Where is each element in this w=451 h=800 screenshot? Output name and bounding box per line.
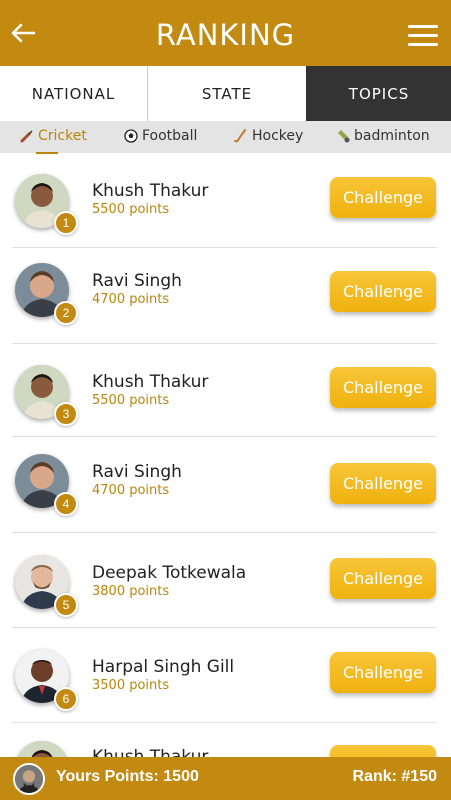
user-score-bar: Yours Points: 1500 Rank: #150 bbox=[0, 757, 451, 800]
user-avatar bbox=[13, 763, 45, 795]
player-points: 5500 points bbox=[92, 202, 170, 217]
tab-topics[interactable]: TOPICS bbox=[306, 66, 451, 121]
player-points: 3500 points bbox=[92, 678, 170, 693]
user-points: Yours Points: 1500 bbox=[56, 768, 199, 785]
category-label: Hockey bbox=[252, 128, 304, 144]
hockey-stick-icon bbox=[234, 129, 246, 143]
player-points: 4700 points bbox=[92, 483, 170, 498]
tab-national[interactable]: NATIONAL bbox=[0, 66, 147, 121]
ranking-row: 1 Khush Thakur 5500 points Challenge bbox=[0, 153, 451, 248]
hamburger-menu-icon[interactable] bbox=[408, 25, 438, 47]
row-divider bbox=[12, 247, 437, 248]
row-divider bbox=[12, 436, 437, 437]
rank-badge: 3 bbox=[54, 402, 78, 426]
avatar bbox=[15, 741, 69, 757]
shuttlecock-icon bbox=[338, 130, 350, 143]
category-cricket[interactable]: Cricket bbox=[20, 128, 87, 154]
rank-badge: 1 bbox=[54, 211, 78, 235]
player-name: Khush Thakur bbox=[92, 181, 209, 201]
rank-badge: 2 bbox=[54, 301, 78, 325]
category-bar: Cricket Football Hockey badminton bbox=[0, 121, 451, 154]
rank-badge: 6 bbox=[54, 687, 78, 711]
category-label: Cricket bbox=[38, 128, 87, 144]
challenge-button[interactable]: Challenge bbox=[330, 652, 436, 693]
category-badminton[interactable]: badminton bbox=[336, 128, 430, 144]
category-label: badminton bbox=[354, 128, 430, 144]
player-name: Ravi Singh bbox=[92, 271, 182, 291]
category-hockey[interactable]: Hockey bbox=[234, 128, 303, 144]
player-name: Khush Thakur bbox=[92, 747, 209, 757]
ranking-row: 5 Deepak Totkewala 3800 points Challenge bbox=[0, 533, 451, 628]
challenge-button[interactable]: Challenge bbox=[330, 367, 436, 408]
player-points: 5500 points bbox=[92, 393, 170, 408]
app-header: RANKING bbox=[0, 0, 451, 66]
challenge-button[interactable]: Challenge bbox=[330, 463, 436, 504]
player-name: Ravi Singh bbox=[92, 462, 182, 482]
page-title: RANKING bbox=[155, 18, 296, 52]
ranking-row: 6 Harpal Singh Gill 3500 points Challeng… bbox=[0, 628, 451, 723]
ranking-row: 4 Ravi Singh 4700 points Challenge bbox=[0, 438, 451, 533]
ranking-list: 1 Khush Thakur 5500 points Challenge 2 R… bbox=[0, 153, 451, 757]
ranking-row: 2 Ravi Singh 4700 points Challenge bbox=[0, 249, 451, 344]
tab-state[interactable]: STATE bbox=[147, 66, 306, 121]
ranking-tabs: NATIONAL STATE TOPICS bbox=[0, 66, 451, 121]
player-points: 3800 points bbox=[92, 584, 170, 599]
challenge-button[interactable]: Challenge bbox=[330, 558, 436, 599]
player-name: Harpal Singh Gill bbox=[92, 657, 235, 677]
player-name: Khush Thakur bbox=[92, 372, 209, 392]
category-label: Football bbox=[142, 128, 198, 144]
cricket-bat-icon bbox=[20, 130, 33, 143]
rank-badge: 4 bbox=[54, 492, 78, 516]
football-icon bbox=[124, 129, 138, 143]
rank-badge: 5 bbox=[54, 593, 78, 617]
player-points: 4700 points bbox=[92, 292, 170, 307]
category-football[interactable]: Football bbox=[124, 128, 197, 144]
challenge-button[interactable]: Challenge bbox=[330, 271, 436, 312]
challenge-button[interactable]: Challenge bbox=[330, 745, 436, 757]
ranking-row: 3 Khush Thakur 5500 points Challenge bbox=[0, 342, 451, 437]
player-name: Deepak Totkewala bbox=[92, 563, 247, 583]
user-rank: Rank: #150 bbox=[352, 768, 438, 785]
ranking-row: Khush Thakur Challenge bbox=[0, 723, 451, 757]
challenge-button[interactable]: Challenge bbox=[330, 177, 436, 218]
